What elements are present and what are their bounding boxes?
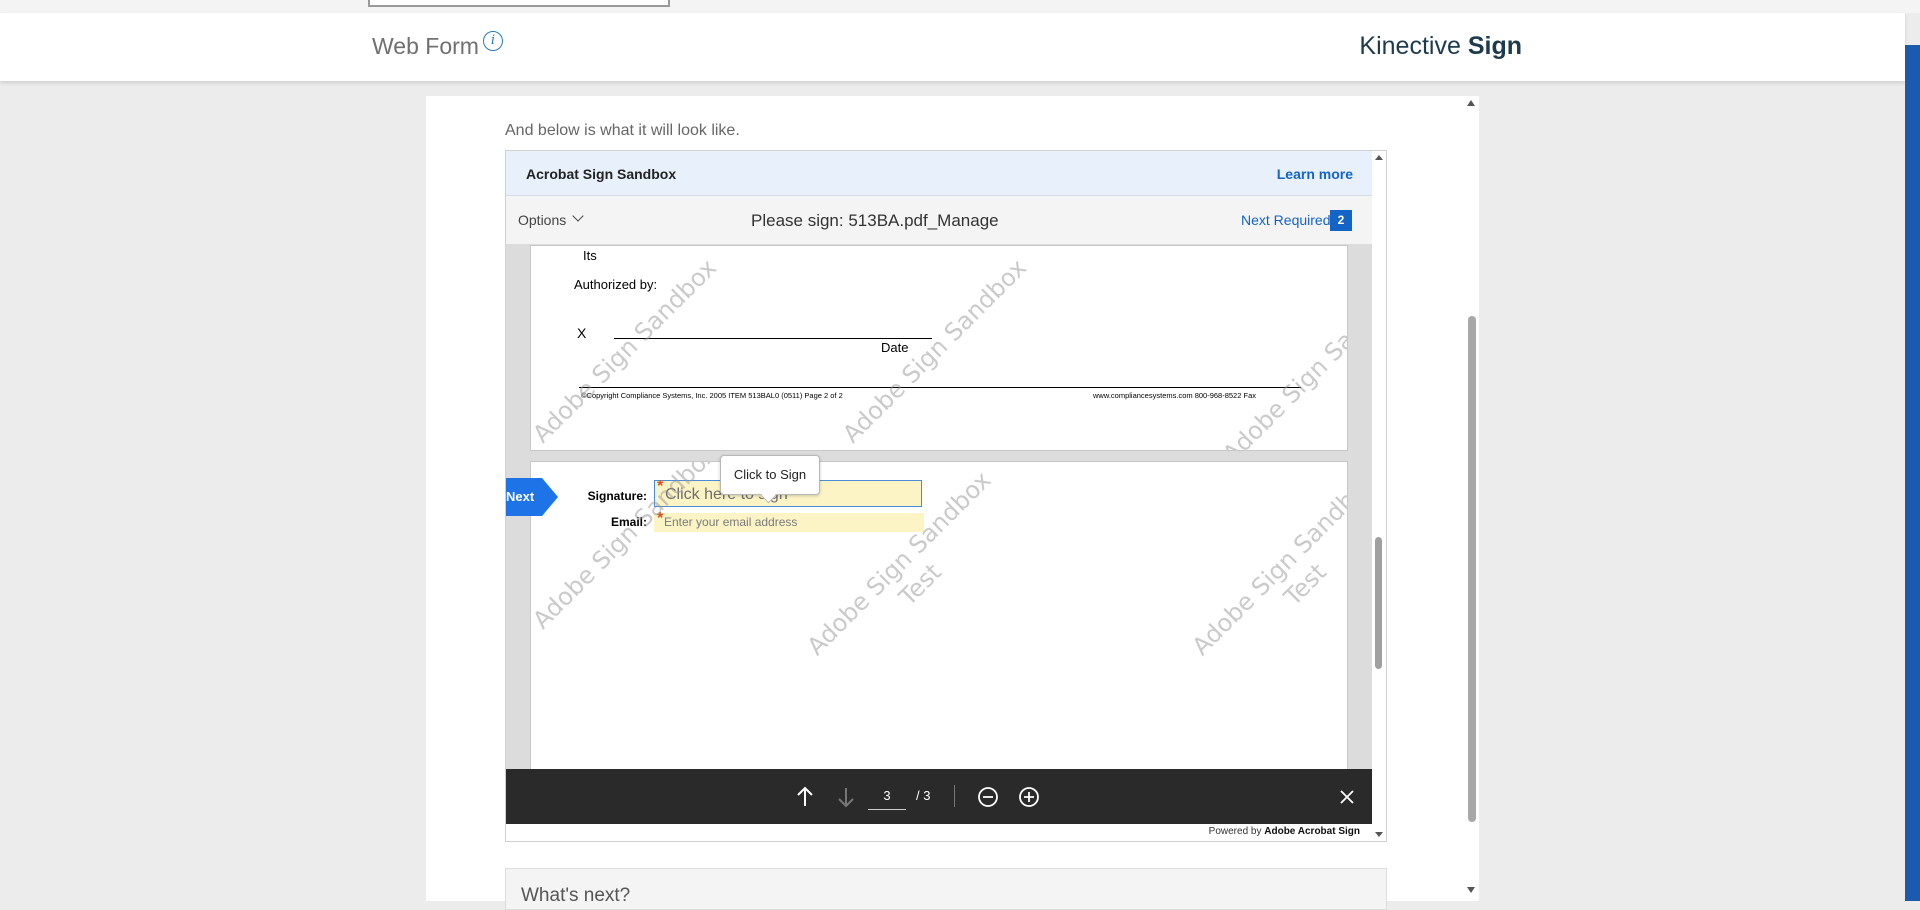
top-ghost-box	[368, 0, 670, 7]
scroll-up-icon[interactable]	[1467, 100, 1475, 106]
powered-prefix: Powered by	[1208, 826, 1262, 837]
watermark: Adobe Sign Sandbox	[837, 253, 1033, 449]
page-navigation-bar: 3 / 3	[506, 769, 1372, 824]
arrow-down-icon[interactable]	[832, 783, 860, 811]
powered-by: Powered by Adobe Acrobat Sign	[1209, 826, 1360, 837]
watermark: Adobe Sign Sandbox	[530, 461, 723, 635]
document-viewer: Its Authorized by: X Date ©Copyright Com…	[506, 245, 1372, 769]
page-scrollbar[interactable]	[1463, 96, 1479, 901]
pdf-page-2: Its Authorized by: X Date ©Copyright Com…	[530, 245, 1348, 451]
authorized-by-text: Authorized by:	[574, 277, 658, 292]
close-icon[interactable]	[1333, 783, 1361, 811]
signing-preview-frame: Acrobat Sign Sandbox Learn more Options …	[505, 150, 1387, 842]
learn-more-link[interactable]: Learn more	[1277, 166, 1353, 182]
zoom-out-icon[interactable]	[974, 783, 1002, 811]
next-required-button[interactable]: Next Required	[1241, 212, 1331, 228]
scroll-thumb[interactable]	[1468, 316, 1476, 822]
zoom-in-icon[interactable]	[1015, 783, 1043, 811]
frame-scroll-up-icon[interactable]	[1375, 155, 1383, 160]
options-menu[interactable]: Options	[518, 212, 566, 228]
watermark-line1: Adobe Sign Sandbox	[837, 253, 1032, 449]
document-toolbar: Options Please sign: 513BA.pdf_Manage Ne…	[506, 196, 1372, 245]
watermark-line1: Adobe Sign Sandbox	[1217, 273, 1348, 451]
sandbox-name: Acrobat Sign Sandbox	[526, 166, 677, 182]
whats-next-title: What's next?	[521, 885, 631, 906]
sandbox-bar: Acrobat Sign Sandbox Learn more	[506, 151, 1372, 196]
page-number-input[interactable]: 3	[868, 783, 906, 810]
app-header: Web Form i Kinective Sign	[0, 13, 1905, 81]
its-text: Its	[583, 248, 597, 263]
x-mark: X	[577, 325, 587, 341]
frame-scroll-thumb[interactable]	[1375, 537, 1382, 669]
signature-label: Signature:	[587, 489, 647, 503]
next-field-arrow[interactable]: Next	[506, 478, 558, 516]
arrow-up-icon[interactable]	[791, 783, 819, 811]
toolbar-divider	[954, 785, 955, 807]
signature-line	[614, 338, 932, 339]
right-edge-bar	[1905, 45, 1920, 901]
brand-regular: Kinective	[1359, 32, 1461, 60]
email-field[interactable]: Enter your email address	[654, 513, 924, 532]
frame-scrollbar[interactable]	[1372, 151, 1386, 841]
next-arrow-label: Next	[506, 489, 535, 504]
brand-logo: Kinective Sign	[1359, 32, 1522, 61]
watermark: Adobe Sign Sandbox Test	[1186, 465, 1348, 682]
page-total: / 3	[916, 788, 931, 803]
pdf-page-3: Signature: Click here to sign * Email: E…	[530, 461, 1348, 769]
chevron-down-icon[interactable]	[572, 210, 584, 222]
scroll-down-icon[interactable]	[1467, 887, 1475, 893]
next-required-count-badge[interactable]: 2	[1330, 210, 1352, 231]
intro-text: And below is what it will look like.	[505, 122, 740, 139]
page-title: Web Form	[372, 33, 479, 59]
frame-scroll-down-icon[interactable]	[1375, 832, 1383, 837]
info-icon[interactable]: i	[483, 31, 503, 51]
date-label: Date	[881, 340, 909, 355]
watermark: Adobe Sign Sandbox	[1217, 273, 1348, 451]
powered-brand: Adobe Acrobat Sign	[1264, 826, 1360, 837]
footer-line	[579, 387, 1301, 388]
top-strip	[0, 0, 1920, 13]
watermark-line1: Adobe Sign Sandbox	[1186, 466, 1348, 661]
click-to-sign-tooltip: Click to Sign	[720, 455, 820, 495]
brand-bold: Sign	[1467, 32, 1522, 60]
website-text: www.compliancesystems.com 800-968-8522 F…	[1093, 391, 1256, 400]
copyright-text: ©Copyright Compliance Systems, Inc. 2005…	[581, 391, 843, 400]
watermark-line1: Adobe Sign Sandbox	[530, 461, 722, 635]
whats-next-card: What's next?	[505, 868, 1387, 910]
document-title: Please sign: 513BA.pdf_Manage	[751, 211, 999, 230]
